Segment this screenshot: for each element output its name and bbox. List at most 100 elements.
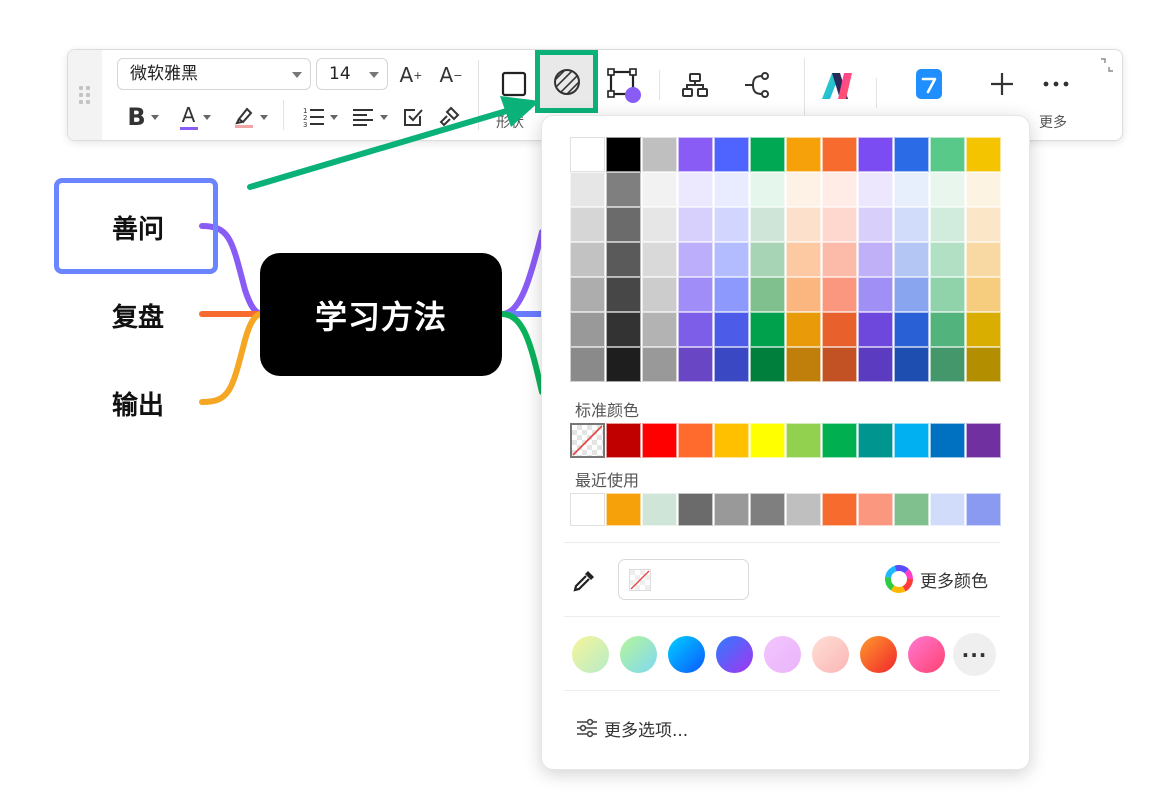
recent-color-swatch[interactable] xyxy=(858,493,893,526)
color-swatch[interactable] xyxy=(786,242,821,277)
color-swatch[interactable] xyxy=(966,423,1001,458)
color-swatch[interactable] xyxy=(678,347,713,382)
gradient-swatch[interactable] xyxy=(764,636,801,673)
color-swatch[interactable] xyxy=(570,277,605,312)
color-swatch[interactable] xyxy=(678,312,713,347)
eyedropper-button[interactable] xyxy=(568,566,600,596)
color-swatch[interactable] xyxy=(606,172,641,207)
color-swatch[interactable] xyxy=(678,137,713,172)
recent-color-swatch[interactable] xyxy=(786,493,821,526)
recent-color-swatch[interactable] xyxy=(642,493,677,526)
color-swatch[interactable] xyxy=(606,312,641,347)
color-swatch[interactable] xyxy=(966,172,1001,207)
gradient-swatch[interactable] xyxy=(716,636,753,673)
color-swatch[interactable] xyxy=(930,242,965,277)
color-swatch[interactable] xyxy=(822,137,857,172)
color-swatch[interactable] xyxy=(750,423,785,458)
color-swatch[interactable] xyxy=(966,312,1001,347)
color-swatch[interactable] xyxy=(570,242,605,277)
branch-node-1[interactable]: 善问 xyxy=(112,209,164,246)
color-swatch[interactable] xyxy=(786,277,821,312)
color-swatch[interactable] xyxy=(678,242,713,277)
more-options-button[interactable]: 更多选项... xyxy=(576,714,706,742)
color-swatch[interactable] xyxy=(930,137,965,172)
color-swatch[interactable] xyxy=(930,172,965,207)
color-swatch[interactable] xyxy=(714,312,749,347)
color-swatch[interactable] xyxy=(858,347,893,382)
color-swatch[interactable] xyxy=(642,423,677,458)
branch-node-2[interactable]: 复盘 xyxy=(112,297,164,334)
recent-color-swatch[interactable] xyxy=(714,493,749,526)
color-swatch[interactable] xyxy=(786,172,821,207)
color-swatch[interactable] xyxy=(750,172,785,207)
branch-node-3[interactable]: 输出 xyxy=(112,385,164,422)
color-swatch[interactable] xyxy=(678,207,713,242)
color-swatch[interactable] xyxy=(750,347,785,382)
color-swatch[interactable] xyxy=(570,207,605,242)
more-gradients-button[interactable]: ··· xyxy=(953,633,996,676)
color-swatch[interactable] xyxy=(570,347,605,382)
color-swatch[interactable] xyxy=(678,172,713,207)
color-swatch[interactable] xyxy=(786,347,821,382)
color-swatch[interactable] xyxy=(750,277,785,312)
color-swatch[interactable] xyxy=(894,277,929,312)
color-swatch[interactable] xyxy=(570,312,605,347)
color-swatch[interactable] xyxy=(894,423,929,458)
color-swatch[interactable] xyxy=(570,172,605,207)
color-swatch[interactable] xyxy=(750,137,785,172)
color-swatch[interactable] xyxy=(642,312,677,347)
color-swatch[interactable] xyxy=(966,207,1001,242)
color-swatch[interactable] xyxy=(858,312,893,347)
color-swatch[interactable] xyxy=(642,347,677,382)
recent-color-swatch[interactable] xyxy=(894,493,929,526)
color-swatch[interactable] xyxy=(858,277,893,312)
color-swatch[interactable] xyxy=(606,242,641,277)
color-swatch[interactable] xyxy=(822,172,857,207)
color-swatch[interactable] xyxy=(714,172,749,207)
recent-color-swatch[interactable] xyxy=(966,493,1001,526)
color-swatch[interactable] xyxy=(570,137,605,172)
recent-color-swatch[interactable] xyxy=(678,493,713,526)
recent-color-swatch[interactable] xyxy=(750,493,785,526)
color-swatch[interactable] xyxy=(966,242,1001,277)
gradient-swatch[interactable] xyxy=(860,636,897,673)
color-swatch[interactable] xyxy=(966,347,1001,382)
color-swatch[interactable] xyxy=(930,423,965,458)
color-swatch[interactable] xyxy=(966,137,1001,172)
color-swatch[interactable] xyxy=(642,277,677,312)
color-swatch[interactable] xyxy=(678,277,713,312)
color-swatch[interactable] xyxy=(930,277,965,312)
color-swatch[interactable] xyxy=(750,312,785,347)
color-swatch[interactable] xyxy=(714,242,749,277)
color-swatch[interactable] xyxy=(714,137,749,172)
recent-color-swatch[interactable] xyxy=(822,493,857,526)
color-value-input[interactable] xyxy=(618,559,749,600)
color-swatch[interactable] xyxy=(750,242,785,277)
color-swatch[interactable] xyxy=(930,312,965,347)
recent-color-swatch[interactable] xyxy=(570,493,605,526)
color-swatch[interactable] xyxy=(966,277,1001,312)
color-swatch[interactable] xyxy=(822,347,857,382)
color-swatch[interactable] xyxy=(714,207,749,242)
color-swatch[interactable] xyxy=(894,172,929,207)
color-swatch[interactable] xyxy=(606,277,641,312)
color-swatch[interactable] xyxy=(894,312,929,347)
color-swatch[interactable] xyxy=(786,312,821,347)
color-swatch[interactable] xyxy=(894,207,929,242)
gradient-swatch[interactable] xyxy=(572,636,609,673)
color-swatch[interactable] xyxy=(606,207,641,242)
gradient-swatch[interactable] xyxy=(668,636,705,673)
color-swatch[interactable] xyxy=(822,277,857,312)
color-swatch[interactable] xyxy=(822,312,857,347)
color-swatch[interactable] xyxy=(894,242,929,277)
gradient-swatch[interactable] xyxy=(620,636,657,673)
color-swatch[interactable] xyxy=(786,207,821,242)
color-swatch[interactable] xyxy=(858,242,893,277)
color-swatch[interactable] xyxy=(858,423,893,458)
color-swatch[interactable] xyxy=(606,423,641,458)
color-swatch[interactable] xyxy=(606,347,641,382)
color-swatch[interactable] xyxy=(858,172,893,207)
color-swatch[interactable] xyxy=(894,347,929,382)
color-swatch[interactable] xyxy=(822,207,857,242)
recent-color-swatch[interactable] xyxy=(930,493,965,526)
